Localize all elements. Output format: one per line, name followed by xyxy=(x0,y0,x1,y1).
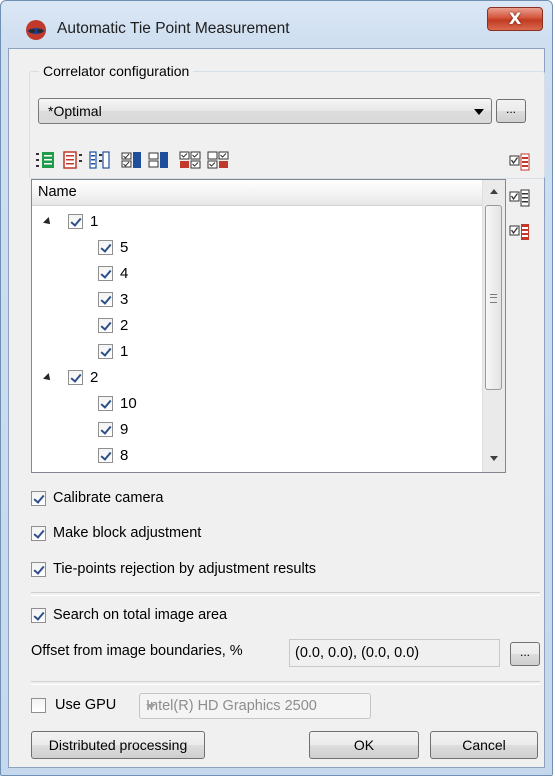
tree-node-label: 8 xyxy=(120,447,129,464)
tree-checkbox[interactable] xyxy=(98,318,113,333)
checkbox-box[interactable] xyxy=(31,608,46,623)
checkbox-box[interactable] xyxy=(31,698,46,713)
tree-row[interactable]: 1 xyxy=(32,210,452,236)
tree-node-label: 1 xyxy=(120,343,129,360)
tree-checkbox[interactable] xyxy=(68,370,83,385)
correlator-group-title: Correlator configuration xyxy=(39,63,194,79)
tree-node-label: 3 xyxy=(120,291,129,308)
check-red-icon-2[interactable] xyxy=(509,223,531,241)
check-list-icon[interactable] xyxy=(509,189,531,207)
tree-row[interactable]: 9 xyxy=(32,418,452,444)
cancel-button[interactable]: Cancel xyxy=(430,731,538,759)
offset-label: Offset from image boundaries, % xyxy=(31,643,243,659)
tree-row[interactable]: 1 xyxy=(32,340,452,366)
tree-node-label: 5 xyxy=(120,239,129,256)
tree-row[interactable]: 8 xyxy=(32,444,452,470)
grip-icon xyxy=(490,294,497,303)
title-bar[interactable]: Automatic Tie Point Measurement X xyxy=(1,1,554,51)
tree-node-label: 4 xyxy=(120,265,129,282)
tree-checkbox[interactable] xyxy=(98,396,113,411)
tree-node-label: 1 xyxy=(90,213,99,230)
separator xyxy=(31,681,540,685)
tree-node-label: 9 xyxy=(120,421,129,438)
expand-all-icon[interactable] xyxy=(35,151,57,169)
tree-checkbox[interactable] xyxy=(98,292,113,307)
scroll-up-icon[interactable] xyxy=(490,189,498,194)
tree-checkbox[interactable] xyxy=(98,422,113,437)
chevron-down-icon xyxy=(146,704,156,709)
offset-browse-button[interactable]: ... xyxy=(510,642,540,666)
window-title: Automatic Tie Point Measurement xyxy=(57,20,290,37)
expand-triangle-icon[interactable] xyxy=(43,217,53,227)
tree-row[interactable]: 3 xyxy=(32,288,452,314)
column-header-name: Name xyxy=(38,184,77,200)
expand-triangle-icon[interactable] xyxy=(43,373,53,383)
correlator-browse-button[interactable]: ... xyxy=(496,99,526,123)
use-gpu-label: Use GPU xyxy=(55,697,117,713)
chevron-down-icon xyxy=(474,109,484,115)
offset-value: (0.0, 0.0), (0.0, 0.0) xyxy=(295,645,420,661)
scroll-down-icon[interactable] xyxy=(490,456,498,461)
tree-row[interactable]: 4 xyxy=(32,262,452,288)
check-red-icon[interactable] xyxy=(509,153,531,171)
distributed-processing-button[interactable]: Distributed processing xyxy=(31,731,205,759)
tree-row[interactable]: 2 xyxy=(32,366,452,392)
separator xyxy=(31,592,540,596)
gpu-device-value: Intel(R) HD Graphics 2500 xyxy=(146,698,317,714)
collapse-all-icon[interactable] xyxy=(63,151,85,169)
correlator-combo-value: *Optimal xyxy=(48,103,102,119)
uncheck-all-icon[interactable] xyxy=(207,151,229,169)
ok-button[interactable]: OK xyxy=(309,731,419,759)
close-icon: X xyxy=(508,9,522,28)
checkbox-box[interactable] xyxy=(31,491,46,506)
check-selected-icon[interactable] xyxy=(121,151,143,169)
tie-rejection-label: Tie-points rejection by adjustment resul… xyxy=(53,561,316,577)
tree-scrollbar[interactable] xyxy=(482,180,505,472)
gpu-device-combo[interactable]: Intel(R) HD Graphics 2500 xyxy=(139,693,371,719)
tree-header[interactable]: Name xyxy=(32,180,482,206)
image-tree[interactable]: Name 1 5 4 3 2 1 2 10 9 8 xyxy=(31,179,506,473)
tree-node-label: 2 xyxy=(120,317,129,334)
tree-checkbox[interactable] xyxy=(98,266,113,281)
uncheck-selected-icon[interactable] xyxy=(148,151,170,169)
tree-node-label: 2 xyxy=(90,369,99,386)
app-logo-icon xyxy=(26,20,46,40)
tree-checkbox[interactable] xyxy=(98,240,113,255)
tree-row[interactable]: 10 xyxy=(32,392,452,418)
tree-checkbox[interactable] xyxy=(68,214,83,229)
scrollbar-thumb[interactable] xyxy=(485,205,502,390)
tree-checkbox[interactable] xyxy=(98,448,113,463)
tree-row[interactable]: 2 xyxy=(32,314,452,340)
calibrate-camera-label: Calibrate camera xyxy=(53,490,164,506)
block-adjustment-label: Make block adjustment xyxy=(53,525,202,541)
tree-row[interactable]: 5 xyxy=(32,236,452,262)
tree-node-label: 10 xyxy=(120,395,137,412)
expand-level-icon[interactable] xyxy=(89,151,111,169)
search-total-area-label: Search on total image area xyxy=(53,607,228,623)
tree-checkbox[interactable] xyxy=(98,344,113,359)
offset-field[interactable]: (0.0, 0.0), (0.0, 0.0) xyxy=(289,639,500,667)
dialog-client-area: Correlator configuration *Optimal ... Na… xyxy=(8,48,545,768)
check-all-icon[interactable] xyxy=(179,151,201,169)
correlator-combo[interactable]: *Optimal xyxy=(38,98,492,124)
checkbox-box[interactable] xyxy=(31,562,46,577)
close-button[interactable]: X xyxy=(487,7,543,31)
checkbox-box[interactable] xyxy=(31,526,46,541)
